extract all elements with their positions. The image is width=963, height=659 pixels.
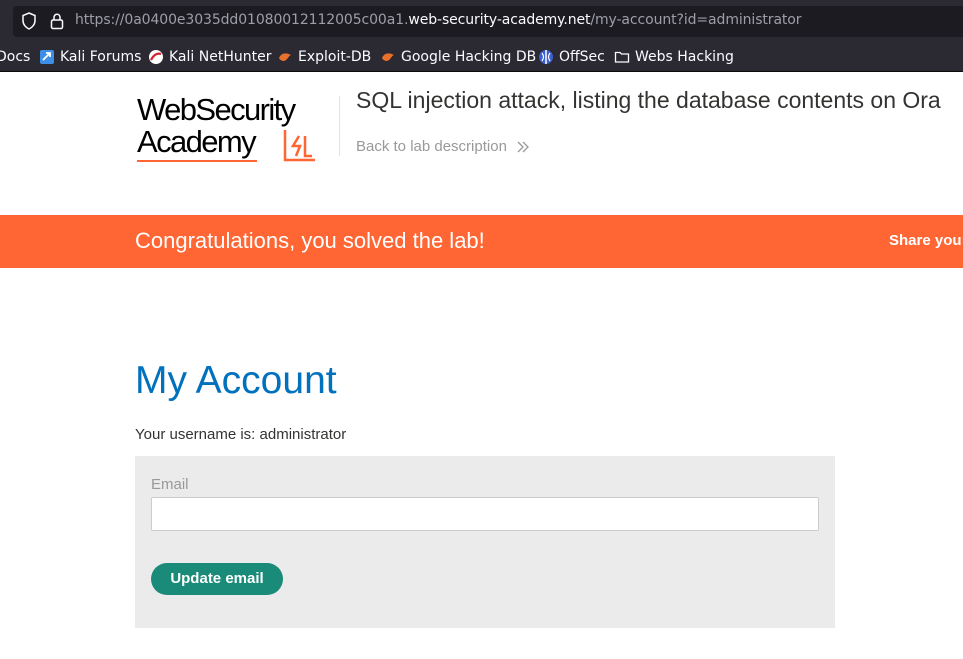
double-chevron-right-icon [517,141,529,152]
back-link-label: Back to lab description [356,138,507,155]
bookmark-kali-nethunter[interactable]: Kali NetHunter [148,48,271,66]
url-path: /my-account?id=administrator [590,12,802,28]
url-prefix: https://0a0400e3035dd01080012112005c00a1… [75,12,409,28]
url-host: web-security-academy.net [408,12,591,28]
update-email-button[interactable]: Update email [151,563,283,595]
bookmark-label: OffSec [559,49,605,65]
logo-mark-icon [283,130,315,162]
lab-title: SQL injection attack, listing the databa… [356,87,941,113]
header-divider [339,96,340,156]
browser-toolbar: https://0a0400e3035dd01080012112005c00a1… [0,0,963,42]
url-text[interactable]: https://0a0400e3035dd01080012112005c00a1… [75,12,802,28]
bookmark-label: Docs [0,49,31,65]
lock-icon[interactable] [49,12,65,30]
shield-icon[interactable] [21,12,37,30]
bookmark-offsec[interactable]: OffSec [538,48,605,66]
email-label: Email [151,476,189,493]
share-link[interactable]: Share you [889,232,962,249]
bookmark-label: Google Hacking DB [401,49,537,65]
email-field[interactable] [151,497,819,531]
bookmark-label: Kali Forums [60,49,142,65]
logo-line-1: WebSecurity [137,92,296,127]
kali-nethunter-icon [149,50,163,64]
exploit-db-icon [279,53,291,61]
bookmark-docs[interactable]: Docs [0,48,30,66]
bookmark-google-hacking-db[interactable]: Google Hacking DB [380,48,536,66]
bookmark-label: Kali NetHunter [169,49,272,65]
bookmark-webs-hacking[interactable]: Webs Hacking [614,48,734,66]
update-email-form: Email Update email [135,456,835,628]
page-title: My Account [135,359,337,402]
offsec-icon [539,50,553,64]
bookmark-label: Exploit-DB [298,49,372,65]
kali-forums-icon [40,50,54,64]
bookmark-kali-forums[interactable]: Kali Forums [39,48,141,66]
bookmarks-bar: Docs Kali Forums Kali NetHunter Exploit-… [0,42,963,72]
bookmark-exploit-db[interactable]: Exploit-DB [277,48,371,66]
web-security-academy-logo[interactable]: WebSecurity Academy [137,94,337,166]
congratulations-message: Congratulations, you solved the lab! [135,228,485,253]
username-text: Your username is: administrator [135,426,347,443]
bookmark-label: Webs Hacking [635,49,734,65]
folder-icon [614,51,630,63]
logo-underline [137,160,257,162]
back-to-lab-link[interactable]: Back to lab description [356,138,530,155]
solved-banner: Congratulations, you solved the lab! Sha… [0,215,963,268]
google-hacking-db-icon [382,53,394,61]
